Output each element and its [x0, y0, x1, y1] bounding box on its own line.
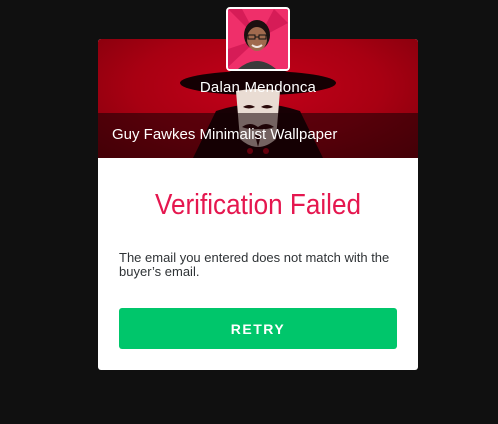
- seller-avatar-photo: [228, 9, 288, 69]
- retry-button[interactable]: RETRY: [119, 308, 397, 349]
- seller-avatar: [226, 7, 290, 71]
- seller-name: Dalan Mendonca: [199, 79, 317, 96]
- page: Dalan Mendonca Guy Fawkes Minimalist Wal…: [0, 0, 498, 424]
- dialog-message: The email you entered does not match wit…: [119, 250, 390, 279]
- product-title: Guy Fawkes Minimalist Wallpaper: [112, 126, 338, 143]
- dialog-heading: Verification Failed: [154, 189, 362, 221]
- verification-dialog: Dalan Mendonca Guy Fawkes Minimalist Wal…: [98, 39, 418, 370]
- product-title-bar: Guy Fawkes Minimalist Wallpaper: [98, 113, 418, 158]
